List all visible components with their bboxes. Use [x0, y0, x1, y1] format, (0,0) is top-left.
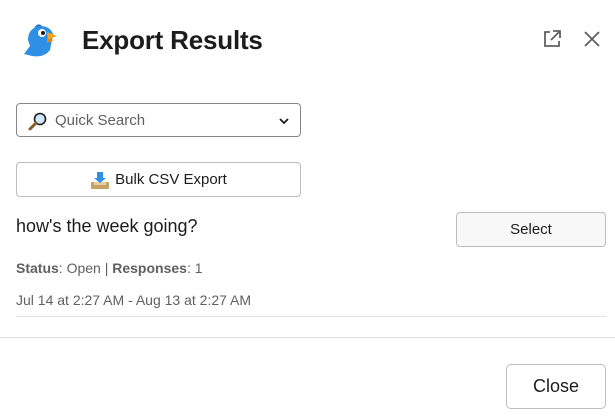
- close-button[interactable]: Close: [506, 364, 606, 409]
- export-results-modal: Export Results Quick Search Bulk CSV Exp…: [0, 0, 615, 416]
- survey-meta: Status: Open | Responses: 1: [16, 260, 203, 276]
- survey-date-range: Jul 14 at 2:27 AM - Aug 13 at 2:27 AM: [16, 292, 252, 308]
- survey-title: how's the week going?: [16, 216, 198, 236]
- open-in-new-window-icon[interactable]: [541, 28, 563, 50]
- download-tray-icon: [91, 171, 110, 189]
- status-label: Status: [16, 260, 59, 276]
- bulk-csv-export-button[interactable]: Bulk CSV Export: [16, 162, 301, 197]
- select-button[interactable]: Select: [456, 212, 606, 247]
- close-icon[interactable]: [581, 28, 603, 50]
- modal-title: Export Results: [82, 25, 263, 55]
- status-value: Open: [66, 260, 101, 276]
- meta-separator: |: [104, 260, 109, 276]
- chevron-down-icon: [279, 118, 289, 125]
- responses-label: Responses: [112, 260, 187, 276]
- magnifying-glass-icon: [28, 112, 47, 131]
- bird-logo-icon: [24, 24, 57, 57]
- footer-divider: [0, 337, 615, 338]
- quick-search-placeholder: Quick Search: [55, 112, 146, 129]
- item-divider: [16, 316, 606, 317]
- bulk-csv-export-label: Bulk CSV Export: [115, 171, 227, 188]
- quick-search-select[interactable]: Quick Search: [16, 103, 301, 137]
- modal-header: Export Results: [0, 0, 615, 80]
- responses-value: 1: [194, 260, 203, 276]
